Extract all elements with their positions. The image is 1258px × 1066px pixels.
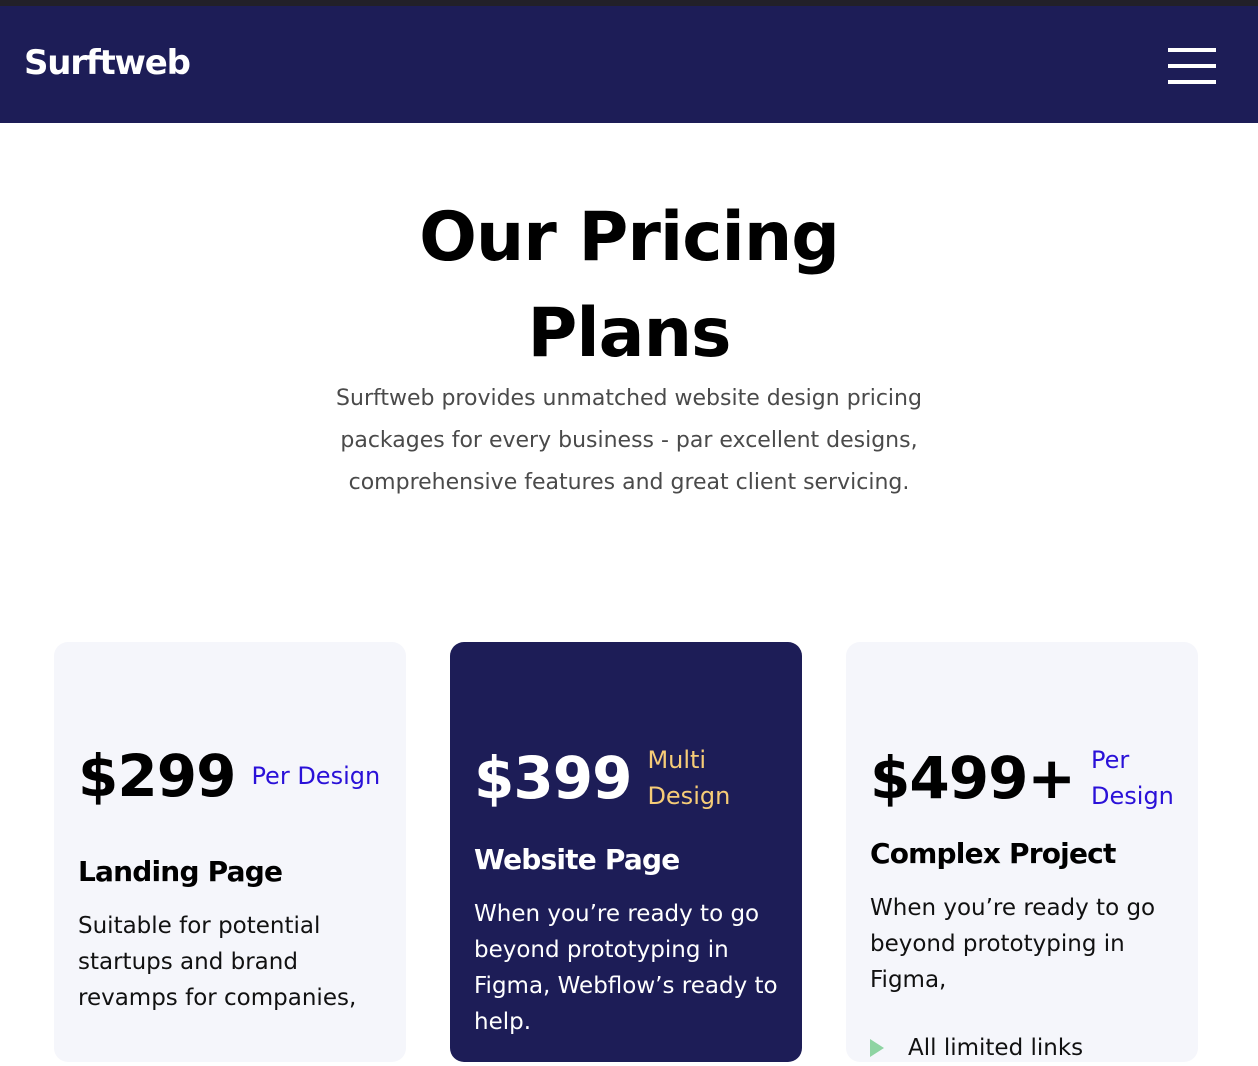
pricing-card-complex-project: $499+ Per Design Complex Project When yo…	[846, 642, 1198, 1062]
page-title: Our Pricing Plans	[419, 198, 840, 373]
brand-logo[interactable]: Surftweb	[24, 46, 191, 80]
price-row: $399 Multi Design	[474, 742, 777, 814]
feature-item: All limited links	[870, 1030, 1083, 1066]
plan-description: When you’re ready to go beyond prototypi…	[474, 901, 778, 1035]
plan-unit: Multi Design	[647, 746, 731, 810]
price-row: $499+ Per Design	[870, 742, 1191, 814]
price-row: $299 Per Design	[78, 742, 401, 810]
menu-bar-top	[1168, 48, 1216, 52]
plan-price: $299	[78, 742, 236, 810]
plan-unit: Per Design	[1091, 746, 1174, 810]
plan-name: Website Page	[474, 843, 680, 876]
plan-description: Suitable for potential startups and bran…	[78, 913, 357, 1011]
menu-bar-bottom	[1168, 80, 1216, 84]
plan-price: $499+	[870, 744, 1076, 812]
pricing-card-landing-page: $299 Per Design Landing Page Suitable fo…	[54, 642, 406, 1062]
plan-name: Landing Page	[78, 855, 283, 888]
navbar: Surftweb	[0, 6, 1258, 123]
feature-label: All limited links	[908, 1035, 1084, 1061]
pricing-card-website-page: $399 Multi Design Website Page When you’…	[450, 642, 802, 1062]
plan-name: Complex Project	[870, 837, 1116, 870]
plan-description: When you’re ready to go beyond prototypi…	[870, 895, 1156, 993]
menu-bar-middle	[1168, 64, 1216, 68]
hamburger-menu-icon[interactable]	[1164, 44, 1220, 88]
plan-price: $399	[474, 744, 632, 812]
plan-unit: Per Design	[251, 762, 381, 790]
page-subtitle: Surftweb provides unmatched website desi…	[336, 386, 922, 495]
play-check-icon	[870, 1039, 884, 1057]
